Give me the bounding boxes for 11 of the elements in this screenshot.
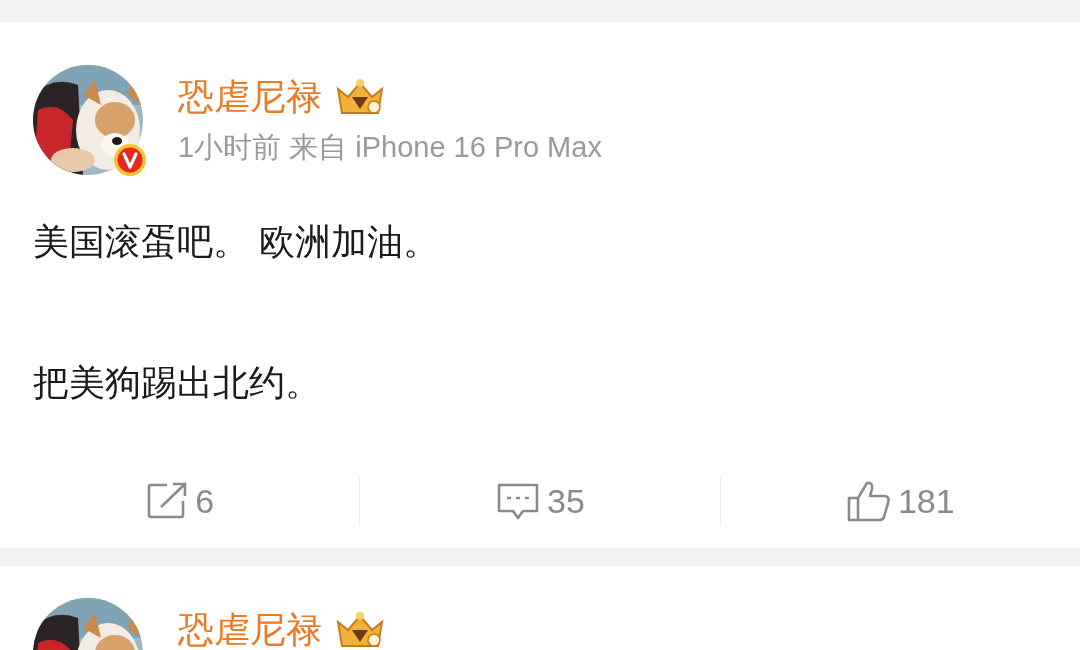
action-button[interactable]: 35 [495, 475, 585, 527]
post-text: 把美狗踢出北约。 [33, 361, 322, 405]
action-button[interactable]: 6 [145, 475, 215, 527]
crown-badge-icon [334, 77, 386, 117]
action-button[interactable]: 181 [845, 475, 955, 527]
author-name[interactable]: 恐虐尼禄 [178, 608, 322, 650]
post-text: 美国滚蛋吧。 欧洲加油。 [33, 220, 440, 264]
crown-badge-icon [334, 610, 386, 650]
author-name[interactable]: 恐虐尼禄 [178, 75, 322, 119]
post-meta: 1小时前 来自 iPhone 16 Pro Max [178, 130, 602, 165]
thumbs-up-icon [845, 479, 892, 523]
